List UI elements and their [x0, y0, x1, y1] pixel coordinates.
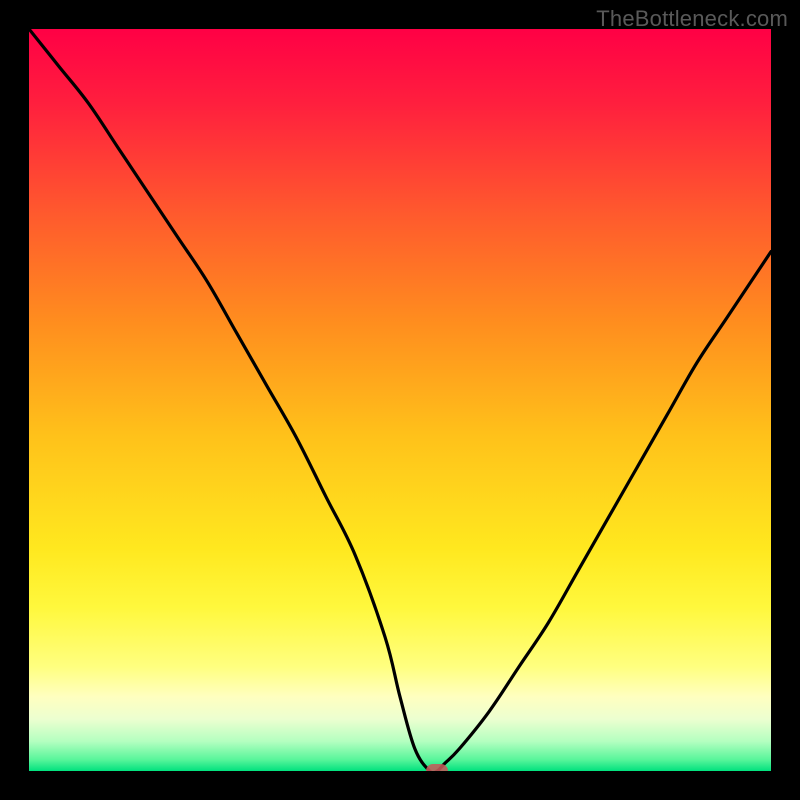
chart-frame: TheBottleneck.com [0, 0, 800, 800]
plot-area [29, 29, 771, 771]
optimal-point-marker [426, 764, 448, 771]
heat-gradient-background [29, 29, 771, 771]
